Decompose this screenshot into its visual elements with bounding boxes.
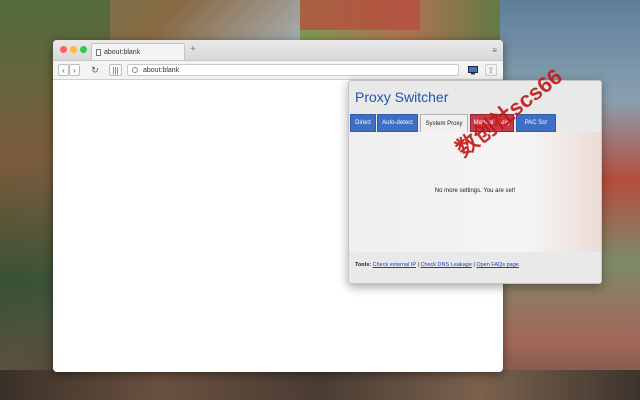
open-faqs-link[interactable]: Open FAQs page — [476, 262, 519, 268]
forward-button[interactable]: › — [69, 64, 80, 76]
status-message: No more settings. You are set! — [434, 188, 516, 194]
check-external-ip-link[interactable]: Check external IP — [373, 262, 416, 268]
minimize-window-button[interactable] — [70, 46, 77, 53]
menu-icon[interactable]: ≡ — [492, 46, 497, 55]
proxy-switcher-popup: Proxy Switcher Direct Auto-detect System… — [348, 80, 602, 284]
check-dns-leakage-link[interactable]: Check DNS Leakage — [420, 262, 471, 268]
popup-title: Proxy Switcher — [355, 89, 449, 105]
monitor-icon — [468, 65, 478, 74]
title-bar: about:blank + ≡ — [53, 40, 503, 61]
proxy-extension-icon[interactable] — [467, 64, 479, 76]
tools-separator: | — [417, 262, 419, 268]
reload-button[interactable]: ↻ — [89, 64, 101, 76]
back-button[interactable]: ‹ — [58, 64, 69, 76]
globe-icon — [132, 67, 138, 73]
url-text: about:blank — [143, 66, 180, 74]
tab-direct[interactable]: Direct — [350, 114, 376, 132]
new-tab-button[interactable]: + — [190, 44, 196, 55]
maximize-window-button[interactable] — [80, 46, 87, 53]
wallpaper-roof — [300, 0, 420, 30]
tab-auto-detect[interactable]: Auto-detect — [377, 114, 418, 132]
tab-title: about:blank — [104, 48, 141, 56]
page-icon — [96, 48, 101, 56]
grid-icon[interactable]: ||| — [109, 64, 122, 76]
browser-toolbar: ‹ › ↻ ||| about:blank ⇧ — [53, 61, 503, 80]
tools-separator: | — [473, 262, 475, 268]
tools-bar: Tools: Check external IP | Check DNS Lea… — [355, 262, 519, 268]
tools-label: Tools: — [355, 262, 372, 268]
address-bar[interactable]: about:blank — [127, 64, 459, 76]
wallpaper-bottom — [0, 370, 640, 400]
close-window-button[interactable] — [60, 46, 67, 53]
share-icon[interactable]: ⇧ — [485, 64, 497, 76]
browser-tab[interactable]: about:blank — [91, 43, 185, 60]
